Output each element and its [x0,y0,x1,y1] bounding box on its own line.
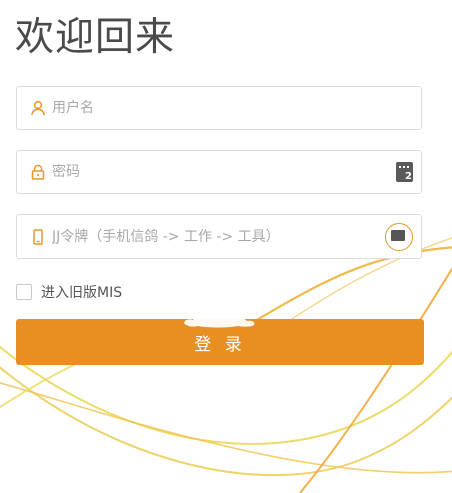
legacy-mis-option[interactable]: 进入旧版MIS [16,282,122,302]
token-input[interactable] [52,215,382,258]
username-field[interactable] [16,86,422,130]
token-help-ring [385,222,413,251]
username-input[interactable] [52,87,382,129]
password-input[interactable] [52,151,382,193]
user-icon [30,100,46,116]
login-button[interactable]: 登 录 [16,319,424,365]
phone-icon [30,228,46,245]
gift-icon [391,229,405,241]
legacy-mis-label: 进入旧版MIS [41,285,123,301]
keypad-icon-body: 2 [396,162,413,182]
login-page: 欢迎回来 2 [0,0,452,493]
keypad-icon-dots [399,166,409,170]
keypad-icon[interactable]: 2 [396,162,413,182]
legacy-mis-checkbox[interactable] [16,284,32,300]
gift-help-icon[interactable] [385,222,413,251]
lock-icon [30,164,46,180]
password-field[interactable]: 2 [16,150,422,194]
keypad-icon-number: 2 [405,171,412,182]
token-field[interactable] [16,214,422,259]
page-title: 欢迎回来 [15,15,176,60]
